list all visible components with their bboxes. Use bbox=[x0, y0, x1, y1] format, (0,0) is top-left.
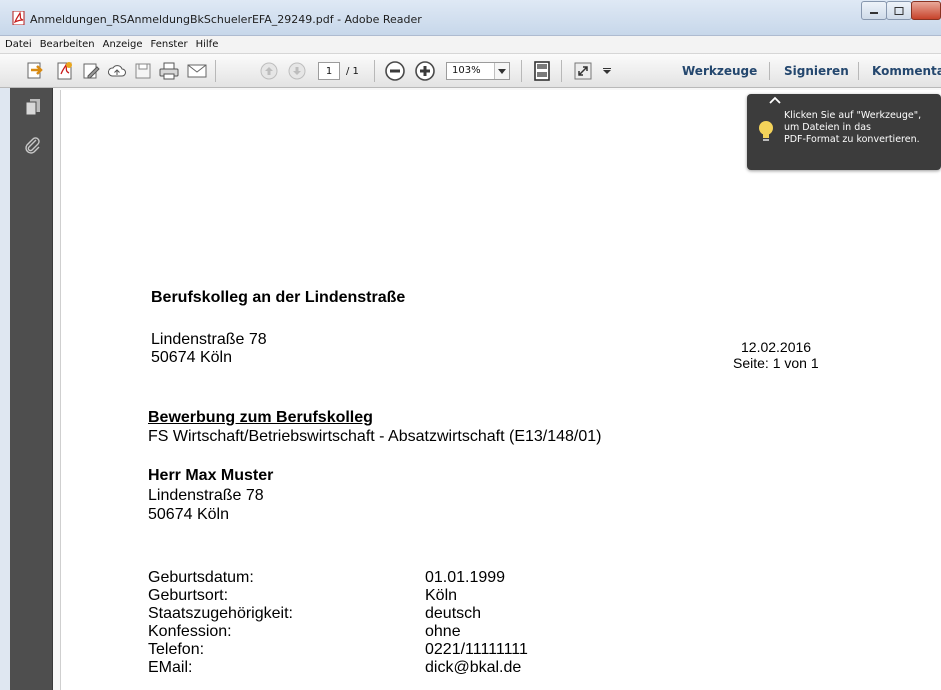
toolbar: 1 / 1 103% Werkzeuge Signieren Kommenta bbox=[0, 54, 941, 88]
program-line: FS Wirtschaft/Betriebswirtschaft - Absat… bbox=[148, 428, 602, 445]
maximize-button[interactable] bbox=[886, 1, 912, 20]
detail-label: Geburtsdatum: bbox=[148, 569, 254, 586]
zoom-value: 103% bbox=[452, 65, 481, 76]
save-icon bbox=[135, 63, 151, 79]
minimize-button[interactable] bbox=[861, 1, 887, 20]
zoom-select[interactable]: 103% bbox=[446, 62, 510, 80]
subject-heading: Bewerbung zum Berufskolleg bbox=[148, 409, 373, 426]
email-button[interactable] bbox=[186, 60, 208, 82]
detail-value: dick@bkal.de bbox=[425, 659, 522, 676]
paperclip-icon[interactable] bbox=[24, 136, 42, 154]
recipient-city: 50674 Köln bbox=[148, 506, 229, 523]
sender-city: 50674 Köln bbox=[151, 349, 232, 366]
create-pdf-icon bbox=[27, 62, 43, 79]
sender-name: Berufskolleg an der Lindenstraße bbox=[151, 289, 406, 306]
open-file-button[interactable] bbox=[54, 60, 76, 82]
zoom-in-button[interactable] bbox=[414, 60, 436, 82]
detail-label: Konfession: bbox=[148, 623, 232, 640]
toolbar-more-chevron-icon[interactable] bbox=[600, 60, 614, 82]
detail-label: Geburtsort: bbox=[148, 587, 229, 604]
tooltip-line: PDF-Format zu konvertieren. bbox=[784, 134, 920, 145]
maximize-icon bbox=[894, 6, 904, 15]
zoom-out-button[interactable] bbox=[384, 60, 406, 82]
toolbar-separator bbox=[374, 60, 375, 82]
print-icon bbox=[159, 62, 179, 80]
menu-fenster[interactable]: Fenster bbox=[147, 36, 192, 54]
window-title: Anmeldungen_RSAnmeldungBkSchuelerEFA_292… bbox=[30, 13, 422, 26]
recipient-street: Lindenstraße 78 bbox=[148, 487, 264, 504]
navigation-panel bbox=[10, 88, 53, 690]
window-left-edge bbox=[0, 88, 10, 690]
cloud-icon bbox=[108, 65, 126, 77]
create-pdf-button[interactable] bbox=[24, 60, 46, 82]
close-button[interactable] bbox=[911, 1, 941, 20]
previous-page-button[interactable] bbox=[258, 60, 280, 82]
arrow-up-icon bbox=[260, 62, 278, 80]
minimize-icon bbox=[870, 11, 878, 14]
detail-value: 01.01.1999 bbox=[425, 569, 506, 586]
toolbar-separator bbox=[561, 60, 562, 82]
pdf-page: Berufskolleg an der Lindenstraße Lindens… bbox=[60, 90, 941, 690]
menu-bearbeiten[interactable]: Bearbeiten bbox=[36, 36, 99, 54]
adobe-reader-icon bbox=[12, 11, 25, 25]
detail-value: ohne bbox=[425, 623, 461, 640]
detail-label: Telefon: bbox=[148, 641, 205, 658]
menu-hilfe[interactable]: Hilfe bbox=[192, 36, 223, 54]
arrow-down-icon bbox=[288, 62, 306, 80]
toolbar-separator bbox=[215, 60, 216, 82]
pdf-file-icon bbox=[57, 62, 72, 80]
tools-link[interactable]: Werkzeuge bbox=[682, 64, 757, 78]
detail-value: 0221/11111111 bbox=[425, 641, 528, 658]
tooltip-line: um Dateien in das bbox=[784, 122, 872, 133]
chevron-down-icon[interactable] bbox=[494, 63, 509, 79]
fit-page-button[interactable] bbox=[531, 60, 553, 82]
menu-bar: Datei Bearbeiten Anzeige Fenster Hilfe bbox=[0, 36, 941, 54]
toolbar-separator bbox=[521, 60, 522, 82]
sender-street: Lindenstraße 78 bbox=[151, 331, 267, 348]
mail-icon bbox=[187, 64, 207, 78]
fullscreen-button[interactable] bbox=[572, 60, 594, 82]
fit-page-icon bbox=[534, 61, 550, 81]
chevron-up-icon bbox=[769, 96, 781, 104]
tooltip-line: Klicken Sie auf "Werkzeuge", bbox=[784, 110, 922, 121]
detail-label: EMail: bbox=[148, 659, 193, 676]
menu-anzeige[interactable]: Anzeige bbox=[99, 36, 147, 54]
page-thumbnails-icon[interactable] bbox=[24, 98, 42, 116]
title-bar: Anmeldungen_RSAnmeldungBkSchuelerEFA_292… bbox=[0, 0, 941, 36]
sign-link[interactable]: Signieren bbox=[784, 64, 849, 78]
edit-icon bbox=[83, 63, 100, 79]
detail-label: Staatszugehörigkeit: bbox=[148, 605, 293, 622]
fullscreen-icon bbox=[574, 62, 592, 80]
menu-datei[interactable]: Datei bbox=[0, 36, 36, 54]
next-page-button[interactable] bbox=[286, 60, 308, 82]
document-viewport[interactable]: Berufskolleg an der Lindenstraße Lindens… bbox=[53, 88, 941, 690]
page-info: Seite: 1 von 1 bbox=[733, 355, 819, 371]
zoom-out-icon bbox=[385, 61, 405, 81]
lightbulb-icon bbox=[759, 121, 773, 141]
save-button[interactable] bbox=[132, 60, 154, 82]
zoom-in-icon bbox=[415, 61, 435, 81]
toolbar-separator bbox=[769, 62, 770, 80]
detail-value: Köln bbox=[425, 587, 458, 604]
cloud-upload-button[interactable] bbox=[106, 60, 128, 82]
recipient-name: Herr Max Muster bbox=[148, 467, 274, 484]
detail-value: deutsch bbox=[425, 605, 482, 622]
tools-hint-tooltip: Klicken Sie auf "Werkzeuge", um Dateien … bbox=[747, 94, 941, 170]
toolbar-separator bbox=[858, 62, 859, 80]
edit-button[interactable] bbox=[80, 60, 102, 82]
comment-link[interactable]: Kommenta bbox=[872, 64, 941, 78]
page-number-input[interactable]: 1 bbox=[318, 62, 340, 80]
print-button[interactable] bbox=[158, 60, 180, 82]
page-total: / 1 bbox=[346, 66, 359, 77]
